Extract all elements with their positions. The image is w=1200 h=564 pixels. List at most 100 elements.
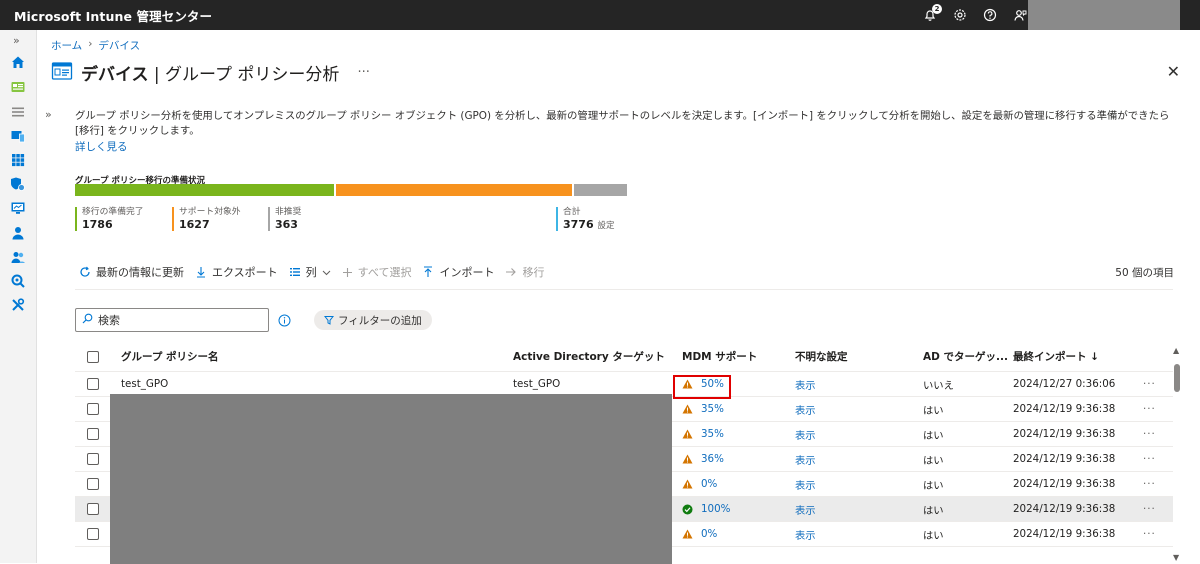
row-more-button[interactable]: ··· — [1143, 453, 1156, 465]
page-more-button[interactable]: ··· — [357, 65, 369, 80]
gear-icon[interactable] — [952, 7, 968, 23]
top-icons: 2 — [922, 0, 1028, 30]
redacted-area — [110, 394, 672, 564]
expand-nav-icon[interactable]: » — [13, 34, 20, 47]
col-header-mdm[interactable]: MDM サポート — [682, 349, 757, 364]
unknown-settings-link[interactable]: 表示 — [795, 527, 816, 542]
tenant-admin-icon[interactable] — [10, 273, 26, 289]
select-all-checkbox[interactable] — [87, 350, 99, 363]
row-checkbox[interactable] — [87, 478, 99, 490]
unknown-settings-link[interactable]: 表示 — [795, 402, 816, 417]
columns-label: 列 — [305, 266, 317, 279]
stat-ready: 移行の準備完了 1786 — [75, 207, 144, 231]
row-more-button[interactable]: ··· — [1143, 378, 1156, 390]
mdm-support-link[interactable]: 0% — [701, 528, 717, 540]
row-more-button[interactable]: ··· — [1143, 428, 1156, 440]
warning-icon — [682, 479, 697, 489]
breadcrumb-home[interactable]: ホーム — [51, 38, 82, 53]
readiness-segment-1 — [336, 184, 572, 196]
ad-targeted-value: はい — [923, 404, 944, 417]
mdm-support[interactable]: 0% — [682, 528, 717, 540]
unknown-settings-link[interactable]: 表示 — [795, 452, 816, 467]
all-services-icon[interactable] — [10, 104, 26, 120]
row-checkbox[interactable] — [87, 453, 99, 465]
select-all-label: すべて選択 — [357, 266, 412, 279]
stat-total-value: 3776 設定 — [563, 218, 614, 233]
columns-icon — [289, 266, 301, 278]
apps-icon[interactable] — [10, 152, 26, 168]
export-button[interactable]: エクスポート — [195, 264, 278, 280]
mdm-support[interactable]: 35% — [682, 428, 724, 440]
unknown-settings-link[interactable]: 表示 — [795, 377, 816, 392]
endpoint-security-icon[interactable] — [10, 176, 26, 192]
mdm-support-link[interactable]: 36% — [701, 453, 724, 465]
mdm-support[interactable]: 0% — [682, 478, 717, 490]
columns-button[interactable]: 列 — [289, 264, 331, 280]
troubleshooting-icon[interactable] — [10, 297, 26, 313]
row-checkbox[interactable] — [87, 403, 99, 415]
col-header-ad-target[interactable]: Active Directory ターゲット — [513, 349, 665, 364]
row-checkbox[interactable] — [87, 428, 99, 440]
users-icon[interactable] — [10, 225, 26, 241]
import-label: インポート — [439, 266, 495, 279]
groups-icon[interactable] — [10, 249, 26, 265]
mdm-support-link[interactable]: 35% — [701, 403, 724, 415]
learn-more-link[interactable]: 詳しく見る — [75, 139, 128, 154]
collapse-panel-icon[interactable]: » — [45, 108, 52, 121]
close-button[interactable]: ✕ — [1167, 62, 1180, 81]
search-box[interactable] — [75, 308, 269, 332]
check-circle-icon — [682, 504, 697, 515]
col-header-last-import[interactable]: 最終インポート ↓ — [1013, 349, 1099, 364]
mdm-support-link[interactable]: 100% — [701, 503, 730, 515]
row-checkbox[interactable] — [87, 528, 99, 540]
ad-targeted-value: はい — [923, 429, 944, 442]
unknown-settings-link[interactable]: 表示 — [795, 477, 816, 492]
unknown-settings-link[interactable]: 表示 — [795, 502, 816, 517]
col-header-unknown[interactable]: 不明な設定 — [795, 349, 848, 364]
migrate-button[interactable]: 移行 — [505, 264, 544, 280]
col-header-ad-targeted[interactable]: AD でターゲッ... — [923, 349, 1008, 364]
last-import-value: 2024/12/27 0:36:06 — [1013, 378, 1116, 390]
app-title[interactable]: Microsoft Intune 管理センター — [14, 6, 212, 25]
row-checkbox[interactable] — [87, 378, 99, 390]
row-more-button[interactable]: ··· — [1143, 503, 1156, 515]
dashboard-icon[interactable] — [10, 79, 26, 95]
mdm-support-link[interactable]: 0% — [701, 478, 717, 490]
filter-icon — [324, 315, 334, 325]
info-icon[interactable] — [278, 314, 291, 330]
unknown-settings-link[interactable]: 表示 — [795, 427, 816, 442]
readiness-bar — [75, 184, 627, 196]
help-icon[interactable] — [982, 7, 998, 23]
import-button[interactable]: インポート — [422, 264, 494, 280]
mdm-support-link[interactable]: 35% — [701, 428, 724, 440]
mdm-support[interactable]: 36% — [682, 453, 724, 465]
col-header-name[interactable]: グループ ポリシー名 — [121, 349, 219, 364]
stat-total: 合計 3776 設定 — [556, 207, 614, 231]
table-scrollbar[interactable]: ▲ ▼ — [1171, 346, 1183, 562]
top-bar: Microsoft Intune 管理センター 2 — [0, 0, 1200, 30]
ad-target: test_GPO — [513, 378, 561, 390]
search-input[interactable] — [98, 313, 248, 327]
mdm-support[interactable]: 35% — [682, 403, 724, 415]
stat-deprecated: 非推奨 363 — [268, 207, 301, 231]
row-more-button[interactable]: ··· — [1143, 528, 1156, 540]
reports-icon[interactable] — [10, 200, 26, 216]
mdm-support[interactable]: 100% — [682, 503, 730, 515]
feedback-icon[interactable] — [1012, 7, 1028, 23]
scroll-up-icon[interactable]: ▲ — [1173, 346, 1179, 355]
row-more-button[interactable]: ··· — [1143, 403, 1156, 415]
devices-icon[interactable] — [10, 128, 26, 144]
scroll-thumb[interactable] — [1174, 364, 1180, 392]
chevron-down-icon — [322, 268, 331, 277]
refresh-button[interactable]: 最新の情報に更新 — [79, 264, 184, 280]
notification-icon[interactable]: 2 — [922, 4, 942, 23]
scroll-down-icon[interactable]: ▼ — [1173, 553, 1179, 562]
policy-name[interactable]: test_GPO — [121, 378, 168, 390]
select-all-button[interactable]: すべて選択 — [342, 264, 412, 280]
home-icon[interactable] — [10, 54, 26, 70]
row-more-button[interactable]: ··· — [1143, 478, 1156, 490]
breadcrumb-devices[interactable]: デバイス — [98, 38, 140, 53]
row-checkbox[interactable] — [87, 503, 99, 515]
account-block-redacted[interactable] — [1028, 0, 1180, 30]
add-filter-button[interactable]: フィルターの追加 — [314, 310, 432, 330]
